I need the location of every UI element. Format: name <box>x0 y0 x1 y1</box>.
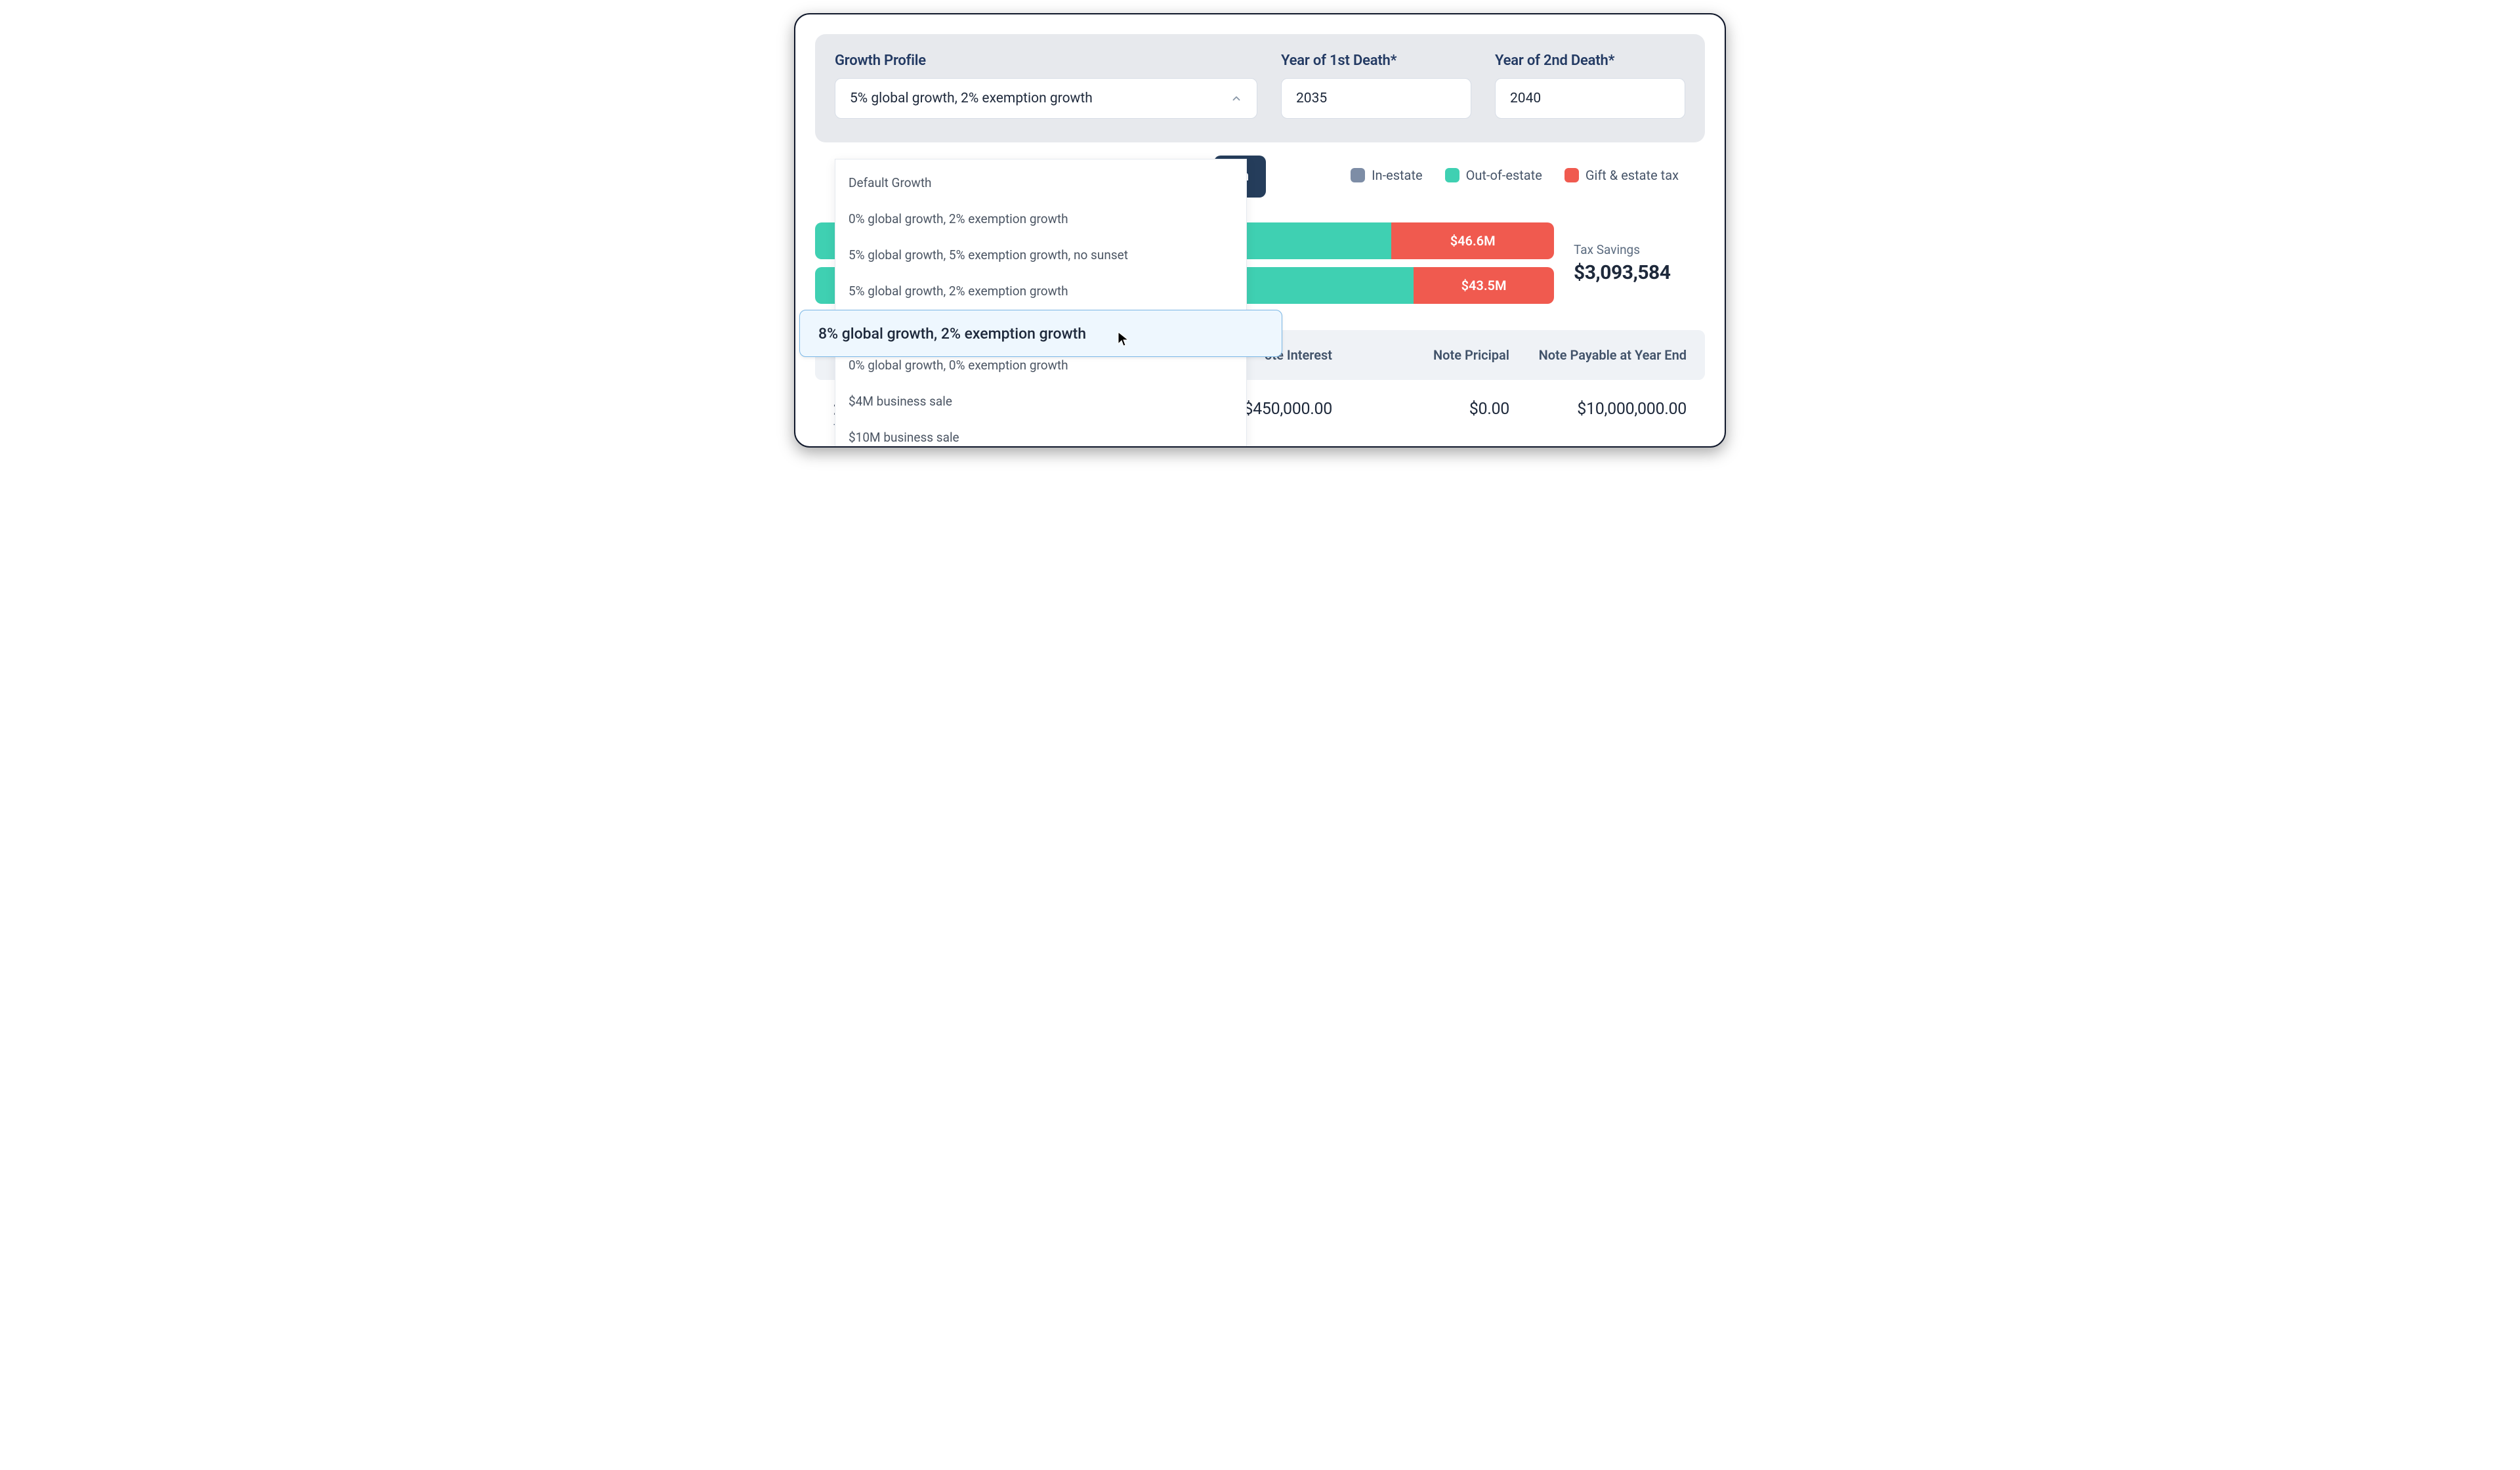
option-4m-sale[interactable]: $4M business sale <box>835 383 1246 419</box>
bar1-gift-tax-value: $46.6M <box>1450 233 1496 249</box>
growth-profile-dropdown[interactable]: Default Growth 0% global growth, 2% exem… <box>835 159 1247 448</box>
first-death-field: Year of 1st Death* 2035 <box>1281 52 1471 119</box>
option-5-2[interactable]: 5% global growth, 2% exemption growth <box>835 273 1246 309</box>
option-8-2-label: 8% global growth, 2% exemption growth <box>818 325 1086 343</box>
th-note-principal: Note Pricipal <box>1332 347 1509 363</box>
swatch-in-estate <box>1351 168 1365 182</box>
option-5-5-no-sunset[interactable]: 5% global growth, 5% exemption growth, n… <box>835 237 1246 273</box>
growth-profile-field: Growth Profile 5% global growth, 2% exem… <box>835 52 1257 119</box>
first-death-value: 2035 <box>1296 91 1327 106</box>
legend-in-estate-label: In-estate <box>1372 167 1423 183</box>
app-frame: Growth Profile 5% global growth, 2% exem… <box>794 13 1726 448</box>
growth-profile-label: Growth Profile <box>835 52 1257 69</box>
legend-gift-tax-label: Gift & estate tax <box>1586 167 1679 183</box>
chart-legend: In-estate Out-of-estate Gift & estate ta… <box>1351 167 1679 183</box>
legend-gift-estate-tax: Gift & estate tax <box>1564 167 1679 183</box>
option-default-growth[interactable]: Default Growth <box>835 165 1246 201</box>
bar2-gift-tax-seg: $43.5M <box>1414 267 1554 304</box>
filters-panel: Growth Profile 5% global growth, 2% exem… <box>815 34 1705 142</box>
swatch-out-of-estate <box>1445 168 1460 182</box>
bar1-gift-tax-seg: $46.6M <box>1391 222 1554 259</box>
growth-profile-select[interactable]: 5% global growth, 2% exemption growth <box>835 78 1257 119</box>
option-10m-sale[interactable]: $10M business sale <box>835 419 1246 448</box>
chevron-up-icon <box>1230 93 1242 104</box>
tax-savings-value: $3,093,584 <box>1574 261 1705 284</box>
second-death-input[interactable]: 2040 <box>1495 78 1685 119</box>
bar2-gift-tax-value: $43.5M <box>1461 278 1507 293</box>
swatch-gift-tax <box>1564 168 1579 182</box>
row-c5: $10,000,000.00 <box>1509 400 1687 419</box>
legend-out-of-estate: Out-of-estate <box>1445 167 1542 183</box>
row-c4: $0.00 <box>1332 400 1509 419</box>
second-death-value: 2040 <box>1510 91 1541 106</box>
legend-in-estate: In-estate <box>1351 167 1423 183</box>
option-0-2[interactable]: 0% global growth, 2% exemption growth <box>835 201 1246 237</box>
legend-out-of-estate-label: Out-of-estate <box>1466 167 1542 183</box>
second-death-field: Year of 2nd Death* 2040 <box>1495 52 1685 119</box>
option-8-2-hovered[interactable]: 8% global growth, 2% exemption growth <box>799 310 1282 357</box>
tax-savings-block: Tax Savings $3,093,584 <box>1574 242 1705 284</box>
first-death-input[interactable]: 2035 <box>1281 78 1471 119</box>
tax-savings-label: Tax Savings <box>1574 242 1705 257</box>
growth-profile-selected: 5% global growth, 2% exemption growth <box>850 91 1093 106</box>
first-death-label: Year of 1st Death* <box>1281 52 1471 69</box>
th-note-payable: Note Payable at Year End <box>1509 347 1687 363</box>
second-death-label: Year of 2nd Death* <box>1495 52 1685 69</box>
